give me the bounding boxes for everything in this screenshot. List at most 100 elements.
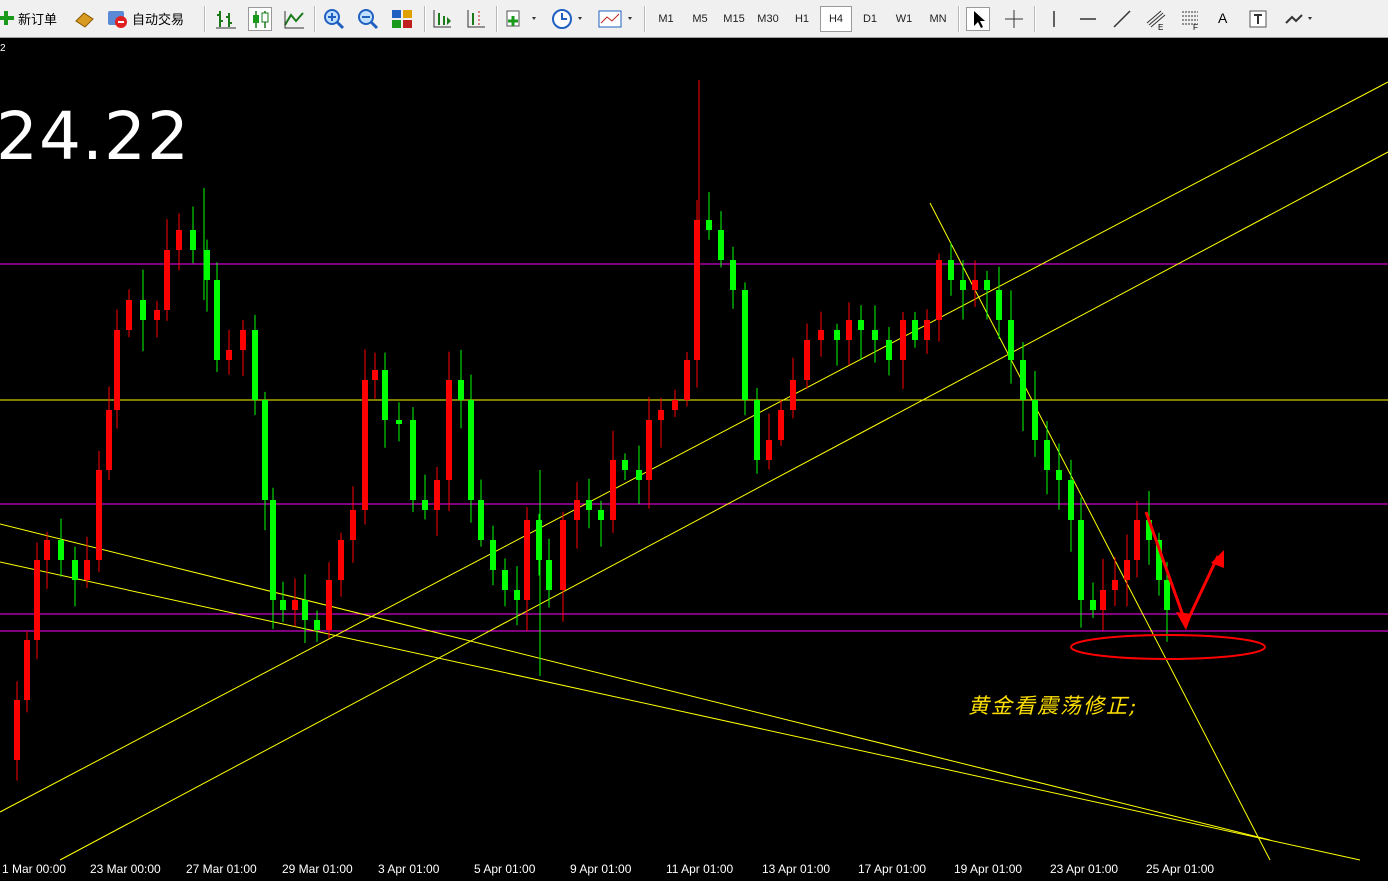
zoom-out-icon[interactable] xyxy=(356,7,380,31)
candle-body xyxy=(1032,400,1038,440)
timeframe-m30[interactable]: M30 xyxy=(752,6,784,32)
support-zone-ellipse xyxy=(1070,634,1266,660)
candle-body xyxy=(1134,520,1140,560)
vertical-line-icon[interactable] xyxy=(1042,7,1066,31)
tile-windows-icon[interactable] xyxy=(390,7,414,31)
candle-body xyxy=(858,320,864,330)
descending-trendline xyxy=(929,202,1271,861)
candle-body xyxy=(84,560,90,580)
cursor-icon[interactable] xyxy=(966,7,990,31)
x-axis-label: 5 Apr 01:00 xyxy=(474,862,536,876)
candle-body xyxy=(872,330,878,340)
uptrend-channel-line xyxy=(0,81,1388,813)
auto-trading-icon xyxy=(108,11,127,28)
candle-body xyxy=(622,460,628,470)
candle-body xyxy=(804,340,810,380)
timeframe-mn[interactable]: MN xyxy=(922,6,954,32)
candle-body xyxy=(1078,520,1084,600)
candle-body xyxy=(1056,470,1062,480)
candle-body xyxy=(672,400,678,410)
timeframe-w1[interactable]: W1 xyxy=(888,6,920,32)
candle-body xyxy=(502,570,508,590)
candle-body xyxy=(106,410,112,470)
candle-body xyxy=(314,620,320,630)
candle-body xyxy=(718,230,724,260)
candle-body xyxy=(818,330,824,340)
auto-trading-button[interactable]: 自动交易 xyxy=(106,5,184,31)
candle-body xyxy=(176,230,182,250)
timeframe-m5[interactable]: M5 xyxy=(684,6,716,32)
candle-body xyxy=(214,280,220,360)
horizontal-line-icon[interactable] xyxy=(1076,7,1100,31)
equidistant-channel-icon[interactable]: E xyxy=(1144,7,1168,32)
candle-body xyxy=(302,600,308,620)
x-axis-label: 11 Apr 01:00 xyxy=(666,862,734,876)
candle-body xyxy=(706,220,712,230)
candle-body xyxy=(338,540,344,580)
candle-body xyxy=(458,380,464,400)
candle-body xyxy=(1008,320,1014,360)
periods-dropdown[interactable] xyxy=(550,7,586,31)
x-axis-label: 27 Mar 01:00 xyxy=(186,862,257,876)
x-axis-label: 23 Mar 00:00 xyxy=(90,862,161,876)
candle-body xyxy=(536,520,542,560)
candle-body xyxy=(478,500,484,540)
candle-body xyxy=(598,510,604,520)
bar-chart-icon[interactable] xyxy=(214,7,238,31)
forecast-arrow-head xyxy=(1176,612,1192,630)
text-tool-button[interactable]: A xyxy=(1218,5,1227,31)
arrows-dropdown[interactable] xyxy=(1282,7,1318,31)
new-order-icon xyxy=(0,11,14,25)
line-chart-icon[interactable] xyxy=(282,7,306,31)
candle-body xyxy=(886,340,892,360)
toolbar-separator xyxy=(1034,6,1036,32)
candle-body xyxy=(292,600,298,610)
timeframe-h1[interactable]: H1 xyxy=(786,6,818,32)
candle-body xyxy=(1068,480,1074,520)
candle-body xyxy=(546,560,552,590)
timeframe-m1[interactable]: M1 xyxy=(650,6,682,32)
candlestick-chart-icon[interactable] xyxy=(248,7,272,31)
toolbar-separator xyxy=(314,6,316,32)
candle-body xyxy=(270,500,276,600)
fibonacci-icon[interactable]: F xyxy=(1178,7,1202,32)
trendline-icon[interactable] xyxy=(1110,7,1134,31)
timeframe-h4[interactable]: H4 xyxy=(820,6,852,32)
candle-body xyxy=(900,320,906,360)
candle-body xyxy=(834,330,840,340)
zoom-in-icon[interactable] xyxy=(322,7,346,31)
candle-body xyxy=(846,320,852,340)
candle-body xyxy=(422,500,428,510)
candle-body xyxy=(190,230,196,250)
candle-body xyxy=(226,350,232,360)
chart-annotation: 黄金看震荡修正; xyxy=(968,694,1139,718)
candle-body xyxy=(350,510,356,540)
timeframe-m15[interactable]: M15 xyxy=(718,6,750,32)
candle-body xyxy=(490,540,496,570)
templates-dropdown[interactable] xyxy=(596,7,636,31)
crosshair-icon[interactable] xyxy=(1002,7,1026,31)
candle-body xyxy=(126,300,132,330)
indicators-dropdown[interactable] xyxy=(504,7,540,31)
candle-body xyxy=(912,320,918,340)
candle-body xyxy=(610,460,616,520)
candle-body xyxy=(252,330,258,400)
auto-scroll-icon[interactable] xyxy=(430,7,454,31)
x-axis-label: 9 Apr 01:00 xyxy=(570,862,632,876)
price-chart[interactable] xyxy=(0,38,1388,881)
candle-body xyxy=(790,380,796,410)
chart-symbol-label: 2 xyxy=(0,43,6,54)
chart-shift-icon[interactable] xyxy=(464,7,488,31)
x-axis-label: 19 Apr 01:00 xyxy=(954,862,1023,876)
toolbar-separator xyxy=(424,6,426,32)
timeframe-d1[interactable]: D1 xyxy=(854,6,886,32)
new-order-button[interactable]: 新订单 xyxy=(0,5,57,31)
candle-body xyxy=(204,250,210,280)
candle-body xyxy=(410,420,416,500)
candle-body xyxy=(742,290,748,400)
history-icon[interactable] xyxy=(72,7,96,31)
x-axis-label: 17 Apr 01:00 xyxy=(858,862,927,876)
text-label-icon[interactable] xyxy=(1246,7,1270,31)
candle-body xyxy=(58,540,64,560)
candle-body xyxy=(164,250,170,310)
